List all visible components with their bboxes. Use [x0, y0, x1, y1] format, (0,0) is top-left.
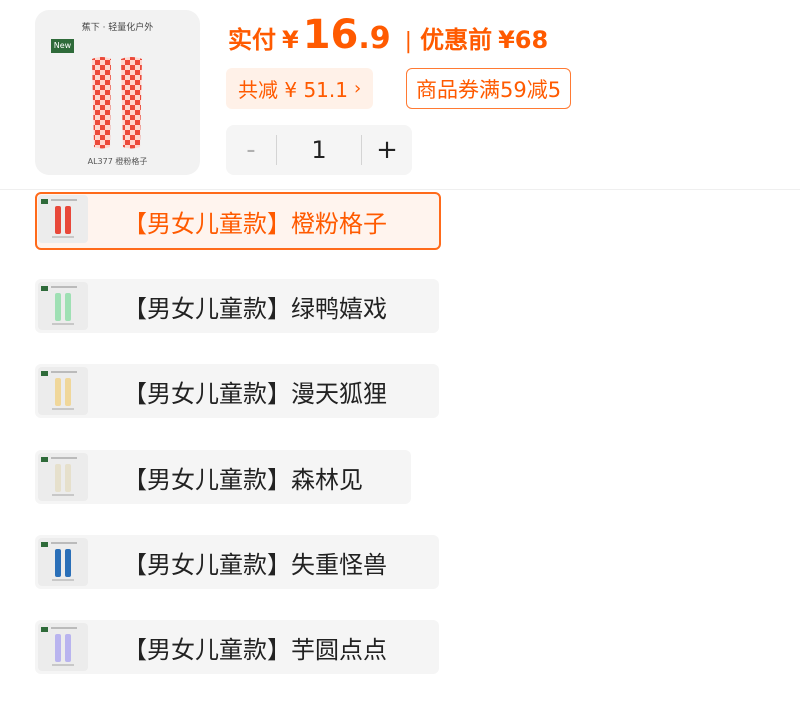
- total-discount-chip[interactable]: 共减 ¥ 51.1 ›: [226, 68, 374, 109]
- variant-option[interactable]: 【男女儿童款】森林见: [35, 450, 411, 504]
- variant-label: 【男女儿童款】绿鸭嬉戏: [123, 294, 387, 323]
- paid-price-decimal: 9: [369, 21, 391, 56]
- variant-label: 【男女儿童款】漫天狐狸: [123, 379, 387, 408]
- price-row: 实付 ¥ 16 . 9 | 优惠前 ¥68: [228, 12, 548, 60]
- variant-label: 【男女儿童款】芋圆点点: [123, 635, 387, 664]
- paid-price-dot: .: [358, 21, 370, 56]
- product-brand-text: 蕉下 · 轻量化户外: [81, 23, 154, 33]
- product-image[interactable]: 蕉下 · 轻量化户外 New AL377 橙粉格子: [35, 10, 200, 175]
- variant-option-selected[interactable]: 【男女儿童款】橙粉格子: [35, 192, 441, 250]
- variant-option[interactable]: 【男女儿童款】芋圆点点: [35, 620, 439, 674]
- decrement-button[interactable]: -: [226, 125, 276, 175]
- paid-price-integer: 16: [302, 12, 359, 58]
- quantity-stepper: - 1 +: [226, 125, 412, 175]
- paid-currency: ¥: [282, 26, 299, 54]
- variant-option[interactable]: 【男女儿童款】失重怪兽: [35, 535, 439, 589]
- variant-thumbnail: [38, 538, 88, 586]
- increment-button[interactable]: +: [362, 125, 412, 175]
- product-header: 蕉下 · 轻量化户外 New AL377 橙粉格子 实付 ¥ 16 . 9 | …: [0, 0, 800, 190]
- variant-thumbnail: [38, 195, 88, 243]
- coupon-chip[interactable]: 商品券满59减5: [406, 68, 572, 109]
- variant-thumbnail: [38, 453, 88, 501]
- variant-option[interactable]: 【男女儿童款】漫天狐狸: [35, 364, 439, 418]
- variant-thumbnail: [38, 367, 88, 415]
- quantity-value[interactable]: 1: [277, 136, 361, 164]
- paid-label: 实付: [228, 26, 276, 54]
- product-code-text: AL377 橙粉格子: [87, 157, 148, 166]
- variant-label: 【男女儿童款】失重怪兽: [123, 550, 387, 579]
- price-separator: |: [404, 29, 413, 54]
- arm-sleeve-image: [92, 57, 142, 149]
- original-price-label: 优惠前: [420, 26, 493, 54]
- variant-label: 【男女儿童款】橙粉格子: [123, 209, 387, 238]
- header-divider: [0, 189, 800, 190]
- total-discount-text: 共减 ¥ 51.1: [238, 78, 348, 102]
- chevron-right-icon: ›: [353, 78, 362, 99]
- original-price-value: ¥68: [498, 26, 549, 54]
- new-badge: New: [51, 39, 74, 53]
- coupon-text: 商品券满59减5: [416, 77, 562, 102]
- variant-label: 【男女儿童款】森林见: [123, 465, 363, 494]
- variant-option[interactable]: 【男女儿童款】绿鸭嬉戏: [35, 279, 439, 333]
- variant-thumbnail: [38, 282, 88, 330]
- variant-thumbnail: [38, 623, 88, 671]
